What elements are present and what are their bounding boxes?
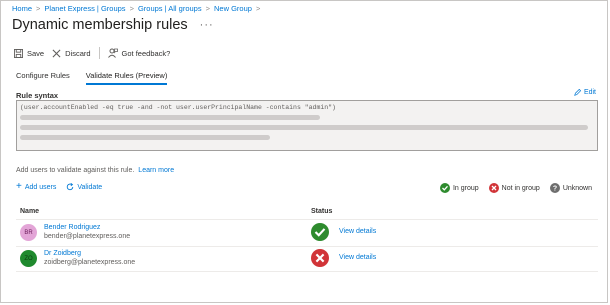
- rule-syntax-box: (user.accountEnabled -eq true -and -not …: [16, 100, 598, 151]
- validate-label: Validate: [77, 183, 103, 191]
- avatar: ZO: [20, 250, 37, 267]
- check-circle-icon: [439, 183, 450, 193]
- save-icon: [14, 48, 23, 58]
- pencil-icon: [574, 89, 581, 96]
- redacted-text: [20, 124, 588, 130]
- error-circle-icon: [311, 249, 329, 267]
- feedback-button[interactable]: Got feedback?: [107, 48, 171, 58]
- breadcrumb: Home > Planet Express | Groups > Groups | Al…: [12, 4, 264, 13]
- table-header-divider: [16, 219, 598, 220]
- learn-more-link[interactable]: Learn more: [138, 167, 174, 174]
- feedback-label: Got feedback?: [121, 48, 171, 58]
- view-details-link[interactable]: View details: [339, 228, 376, 235]
- title-row: Dynamic membership rules ···: [12, 15, 214, 35]
- avatar-initials: ZO: [24, 255, 33, 262]
- discard-button[interactable]: Discard: [52, 48, 91, 58]
- table-row[interactable]: BR Bender Rodriguez bender@planetexpress…: [16, 222, 598, 246]
- legend-in-group: In group: [439, 183, 479, 193]
- column-header-status: Status: [311, 208, 333, 215]
- refresh-icon: [67, 183, 74, 191]
- redacted-text: [20, 114, 320, 120]
- rule-syntax-text: (user.accountEnabled -eq true -and -not …: [20, 104, 336, 111]
- breadcrumb-all-groups[interactable]: Groups | All groups: [138, 4, 202, 13]
- more-options-button[interactable]: ···: [200, 19, 214, 31]
- avatar-initials: BR: [24, 229, 33, 236]
- redacted-text: [20, 134, 270, 140]
- table-row[interactable]: ZO Dr Zoidberg zoidberg@planetexpress.on…: [16, 248, 598, 272]
- question-circle-icon: ?: [549, 183, 560, 193]
- check-circle-icon: [311, 223, 329, 241]
- validation-actions: + Add users Validate: [16, 181, 112, 192]
- breadcrumb-separator: >: [255, 4, 261, 13]
- add-users-button[interactable]: + Add users: [16, 181, 57, 192]
- edit-rule-button[interactable]: Edit: [574, 89, 596, 96]
- feedback-icon: [107, 48, 118, 58]
- tab-configure-rules[interactable]: Configure Rules: [16, 71, 70, 85]
- breadcrumb-new-group[interactable]: New Group: [214, 4, 252, 13]
- save-button[interactable]: Save: [14, 48, 45, 58]
- validate-hint: Add users to validate against this rule.…: [16, 167, 174, 174]
- discard-icon: [52, 49, 61, 57]
- view-details-link[interactable]: View details: [339, 254, 376, 261]
- status-legend: In group Not in group ? Unknown: [430, 183, 592, 193]
- row-divider: [16, 246, 598, 247]
- legend-unknown-label: Unknown: [562, 184, 592, 192]
- command-bar: Save Discard Got feedback?: [14, 47, 170, 59]
- breadcrumb-separator: >: [36, 4, 41, 13]
- breadcrumb-separator: >: [129, 4, 134, 13]
- rule-syntax-label: Rule syntax: [16, 91, 59, 100]
- page-title: Dynamic membership rules: [12, 17, 188, 33]
- toolbar-divider: [98, 47, 100, 59]
- breadcrumb-home[interactable]: Home: [12, 4, 32, 13]
- tab-list: Configure Rules Validate Rules (Preview): [16, 71, 183, 85]
- legend-not-in-group: Not in group: [488, 183, 540, 193]
- user-email: zoidberg@planetexpress.one: [44, 259, 136, 266]
- discard-label: Discard: [65, 48, 91, 58]
- breadcrumb-groups[interactable]: Planet Express | Groups: [44, 4, 125, 13]
- hint-text: Add users to validate against this rule.: [16, 167, 135, 174]
- user-email: bender@planetexpress.one: [44, 233, 131, 240]
- user-name-link[interactable]: Bender Rodriguez: [44, 224, 100, 231]
- breadcrumb-separator: >: [205, 4, 210, 13]
- legend-unknown: ? Unknown: [549, 183, 592, 193]
- add-users-label: Add users: [24, 183, 57, 191]
- validate-button[interactable]: Validate: [66, 183, 102, 191]
- svg-text:?: ?: [553, 186, 557, 193]
- column-header-name: Name: [20, 208, 40, 215]
- legend-not-in-group-label: Not in group: [501, 184, 540, 192]
- avatar: BR: [20, 224, 37, 241]
- row-divider: [16, 271, 598, 272]
- legend-in-group-label: In group: [452, 184, 479, 192]
- tab-validate-rules[interactable]: Validate Rules (Preview): [85, 71, 168, 85]
- error-circle-icon: [488, 183, 499, 193]
- plus-icon: +: [16, 181, 22, 192]
- edit-label: Edit: [583, 89, 596, 96]
- user-name-link[interactable]: Dr Zoidberg: [44, 250, 81, 257]
- save-label: Save: [27, 48, 45, 58]
